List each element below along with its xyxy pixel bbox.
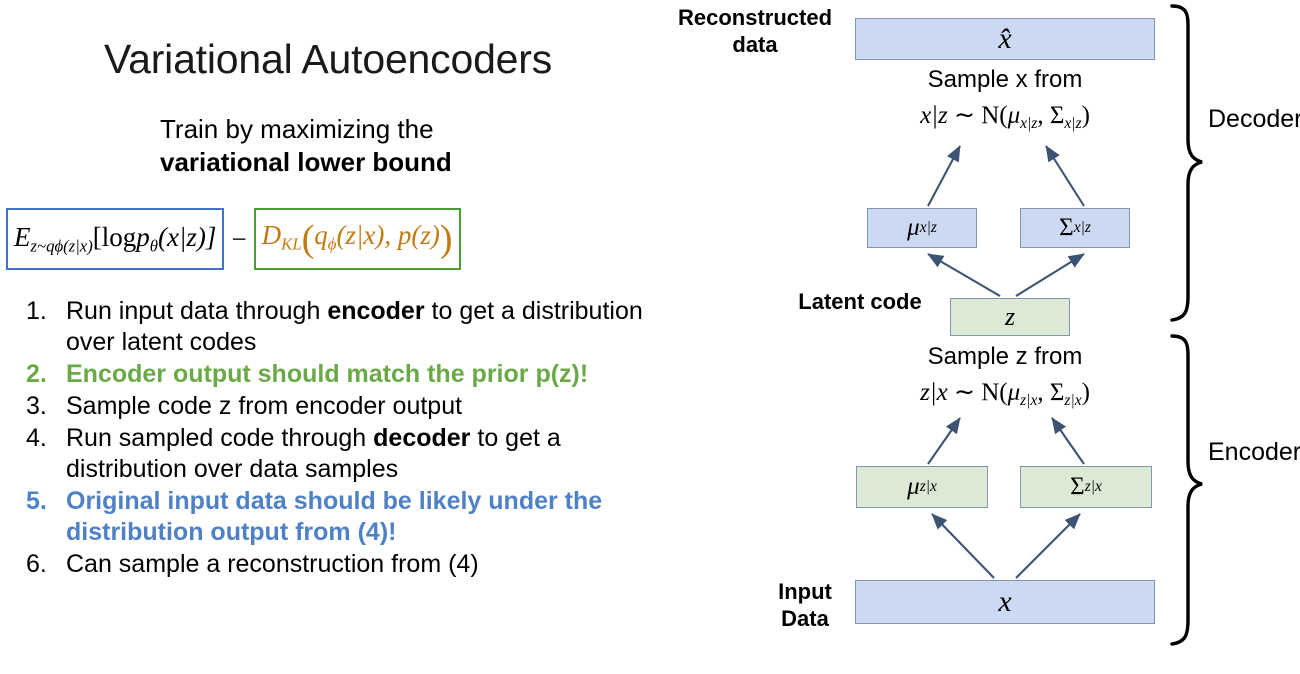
decoder-brace-label: Decoder xyxy=(1208,105,1300,133)
list-item: 4. Run sampled code through decoder to ge… xyxy=(14,423,654,485)
input-data-label: Input Data xyxy=(778,579,832,631)
decoder-distribution-formula: x|z ∼ Ν(μx|z, Σx|z) xyxy=(920,102,1090,132)
node-input-x: x xyxy=(855,580,1155,624)
list-item: 5. Original input data should be likely u… xyxy=(14,486,654,548)
step-number: 1. xyxy=(26,297,47,325)
vae-architecture-diagram: Reconstructed data Latent code Input Dat… xyxy=(660,0,1300,674)
node-sigma-z-given-x: Σz|x xyxy=(1020,466,1152,508)
step-number: 3. xyxy=(26,392,47,420)
node-x-symbol: x xyxy=(998,585,1012,618)
step-text-segment: Run sampled code through xyxy=(66,424,374,452)
node-xhat-symbol: x̂ xyxy=(998,22,1012,55)
node-sigma-x-given-z: Σx|z xyxy=(1020,208,1130,248)
step-number: 4. xyxy=(26,424,47,452)
sample-x-caption: Sample x from xyxy=(927,66,1083,93)
node-reconstructed-x-hat: x̂ xyxy=(855,18,1155,60)
step-number: 5. xyxy=(26,487,47,515)
node-mu-z-given-x: μ z|x xyxy=(856,466,988,508)
step-text-segment: Sample code z from encoder output xyxy=(66,392,463,420)
node-mu-x-given-z: μ x|z xyxy=(867,208,977,248)
reconstructed-data-label: Reconstructed data xyxy=(677,5,833,57)
encoder-distribution-formula: z|x ∼ Ν(μz|x, Σz|x) xyxy=(920,379,1090,409)
equation-minus-operator: − xyxy=(231,223,247,254)
subtitle-line-1: Train by maximizing the xyxy=(160,114,434,144)
step-text: Encoder output should match the prior p(… xyxy=(66,359,654,390)
subtitle-line-2: variational lower bound xyxy=(160,147,452,177)
subtitle-block: Train by maximizing the variational lowe… xyxy=(160,113,452,179)
step-text: Sample code z from encoder output xyxy=(66,391,654,422)
step-text-emphasis: decoder xyxy=(373,424,471,452)
step-text: Run input data through encoder to get a … xyxy=(66,296,654,358)
list-item: 2. Encoder output should match the prior … xyxy=(14,359,654,390)
step-text-emphasis: encoder xyxy=(327,297,425,325)
step-number: 2. xyxy=(26,360,47,388)
list-item: 6. Can sample a reconstruction from (4) xyxy=(14,549,654,580)
step-text-emphasis: Encoder output should match the prior p(… xyxy=(66,360,589,388)
variational-lower-bound-equation: Ez~qϕ(z|x)[logpθ(x|z)] − DKL(qϕ(z|x), p(… xyxy=(6,208,461,270)
list-item: 3. Sample code z from encoder output xyxy=(14,391,654,422)
step-text: Can sample a reconstruction from (4) xyxy=(66,549,654,580)
procedure-steps-list: 1. Run input data through encoder to get … xyxy=(14,296,654,581)
step-text-segment: Can sample a reconstruction from (4) xyxy=(66,550,479,578)
kl-term-math: DKL(qϕ(z|x), p(z)) xyxy=(261,218,453,260)
list-item: 1. Run input data through encoder to get … xyxy=(14,296,654,358)
encoder-brace-label: Encoder xyxy=(1208,438,1300,466)
step-text: Run sampled code through decoder to get … xyxy=(66,423,654,485)
step-text: Original input data should be likely und… xyxy=(66,486,654,548)
kl-divergence-term-box: DKL(qϕ(z|x), p(z)) xyxy=(253,208,461,270)
step-number: 6. xyxy=(26,550,47,578)
step-text-segment: Run input data through xyxy=(66,297,328,325)
slide-left-content: Variational Autoencoders Train by maximi… xyxy=(0,0,660,674)
reconstruction-term-box: Ez~qϕ(z|x)[logpθ(x|z)] xyxy=(6,208,225,270)
reconstruction-term-math: Ez~qϕ(z|x)[logpθ(x|z)] xyxy=(14,221,217,256)
page-title: Variational Autoencoders xyxy=(104,36,553,82)
latent-code-label: Latent code xyxy=(798,289,922,314)
node-latent-z: z xyxy=(950,298,1070,336)
step-text-emphasis: Original input data should be likely und… xyxy=(66,487,603,546)
sample-z-caption: Sample z from xyxy=(927,343,1083,370)
